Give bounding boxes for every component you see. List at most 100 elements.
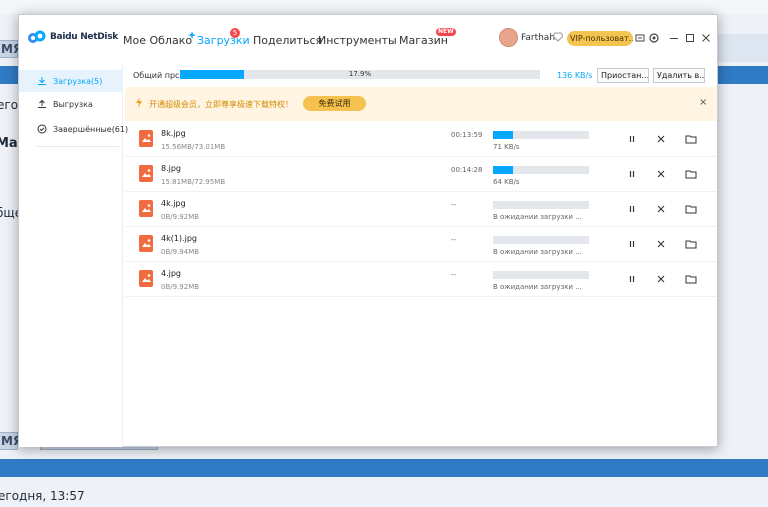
sidebar: Загрузка(5) Выгрузка Завершённые(61) (19, 65, 128, 447)
download-status: В ожидании загрузки ... (493, 248, 582, 256)
file-size: 0B/9.94MB (161, 248, 200, 256)
download-icon (37, 76, 47, 86)
store-new-badge: NEW (436, 28, 456, 36)
user-name[interactable]: Farthah (521, 33, 555, 43)
download-row[interactable]: 4.jpg 0B/9.92MB -- В ожидании загрузки .… (125, 262, 717, 297)
sidebar-divider (37, 146, 119, 147)
image-file-icon (139, 235, 153, 252)
download-status: 71 KB/s (493, 143, 520, 151)
image-file-icon (139, 130, 153, 147)
download-row[interactable]: 4k(1).jpg 0B/9.94MB -- В ожидании загруз… (125, 227, 717, 262)
close-icon[interactable]: × (699, 97, 707, 108)
image-file-icon (139, 270, 153, 287)
total-progress-bar: 17.9% (180, 70, 540, 79)
file-size: 15.56MB/73.01MB (161, 143, 226, 151)
progress-bar (493, 201, 589, 209)
title-bar: Baidu NetDisk Мое Облако Загрузки 5 Поде… (19, 15, 717, 65)
menu-icon[interactable] (633, 31, 647, 45)
promo-banner: 开通超级会员，立即尊享极速下载特权！ 免费试用 × (125, 87, 717, 121)
upload-icon (37, 99, 47, 109)
file-name: 4k.jpg (161, 199, 186, 208)
time-remaining: -- (451, 201, 457, 209)
download-status: В ожидании загрузки ... (493, 283, 582, 291)
gear-icon[interactable] (647, 31, 661, 45)
baidu-cloud-icon (27, 29, 47, 45)
free-trial-button[interactable]: 免费试用 (303, 96, 366, 111)
download-status: В ожидании загрузки ... (493, 213, 582, 221)
download-row[interactable]: 4k.jpg 0B/9.92MB -- В ожидании загрузки … (125, 192, 717, 227)
close-icon[interactable] (654, 272, 668, 286)
bg-tab-top: МЯ (0, 40, 22, 58)
download-row[interactable]: 8.jpg 15.81MB/72.95MB 00:14:28 64 KB/s (125, 157, 717, 192)
time-remaining: 00:14:28 (451, 166, 483, 174)
folder-icon[interactable] (684, 202, 698, 216)
download-row[interactable]: 8k.jpg 15.56MB/73.01MB 00:13:59 71 KB/s (125, 122, 717, 157)
promo-text: 开通超级会员，立即尊享极速下载特权！ (149, 100, 293, 109)
app-logo-text: Baidu NetDisk (50, 32, 118, 42)
folder-icon[interactable] (684, 167, 698, 181)
pause-icon[interactable] (625, 237, 639, 251)
bg-blue-bar-left (0, 66, 18, 84)
sidebar-item-completed[interactable]: Завершённые(61) (19, 118, 128, 140)
pause-all-button[interactable]: Приостан... (597, 68, 649, 83)
total-progress-percent: 17.9% (348, 70, 372, 78)
progress-bar (493, 131, 589, 139)
vip-badge[interactable]: VIP-пользоват... (567, 31, 633, 46)
file-name: 4.jpg (161, 269, 182, 278)
app-logo: Baidu NetDisk (27, 29, 118, 45)
sidebar-item-label: Выгрузка (53, 99, 93, 109)
progress-bar (493, 236, 589, 244)
close-icon[interactable] (654, 167, 668, 181)
sidebar-item-downloading[interactable]: Загрузка(5) (19, 70, 123, 92)
nav-share[interactable]: Поделиться (253, 34, 322, 47)
sparkle-icon (188, 31, 196, 39)
pause-icon[interactable] (625, 167, 639, 181)
total-speed: 136 KB/s (557, 71, 593, 80)
folder-icon[interactable] (684, 132, 698, 146)
folder-icon[interactable] (684, 272, 698, 286)
time-remaining: -- (451, 271, 457, 279)
nav-my-cloud[interactable]: Мое Облако (123, 34, 192, 47)
close-window-icon[interactable] (699, 31, 713, 45)
nav-downloads[interactable]: Загрузки (197, 34, 250, 47)
file-name: 4k(1).jpg (161, 234, 197, 243)
check-circle-icon (37, 124, 47, 134)
file-name: 8k.jpg (161, 129, 186, 138)
sidebar-item-label: Завершённые(61) (53, 124, 129, 134)
close-icon[interactable] (654, 132, 668, 146)
folder-icon[interactable] (684, 237, 698, 251)
sidebar-item-label: Загрузка(5) (53, 76, 103, 86)
minimize-icon[interactable] (667, 31, 681, 45)
downloads-panel: Общий прс 17.9% 136 KB/s Приостан... Уда… (123, 65, 717, 447)
pause-icon[interactable] (625, 202, 639, 216)
progress-bar (493, 271, 589, 279)
bg-tab-bottom: МЯ (0, 432, 22, 450)
maximize-icon[interactable] (683, 31, 697, 45)
close-icon[interactable] (654, 202, 668, 216)
file-name: 8.jpg (161, 164, 182, 173)
file-size: 0B/9.92MB (161, 283, 200, 291)
nav-tools[interactable]: Инструменты (318, 34, 397, 47)
downloads-count-badge: 5 (230, 28, 240, 38)
lightning-icon (135, 97, 143, 108)
time-remaining: -- (451, 236, 457, 244)
pause-icon[interactable] (625, 132, 639, 146)
sidebar-item-upload[interactable]: Выгрузка (19, 93, 123, 115)
pause-icon[interactable] (625, 272, 639, 286)
delete-all-button[interactable]: Удалить в... (653, 68, 705, 83)
bg-text-1: его (0, 98, 19, 112)
time-remaining: 00:13:59 (451, 131, 483, 139)
avatar[interactable] (499, 28, 518, 47)
bg-strip (0, 0, 768, 14)
image-file-icon (139, 200, 153, 217)
image-file-icon (139, 165, 153, 182)
bg-header (718, 34, 768, 62)
bg-blue-bar-bottom (0, 459, 768, 477)
file-size: 0B/9.92MB (161, 213, 200, 221)
file-size: 15.81MB/72.95MB (161, 178, 226, 186)
bg-footer (0, 478, 768, 507)
progress-fill (493, 131, 514, 139)
bg-footer-text: егодня, 13:57 (0, 489, 85, 503)
netdisk-window: Baidu NetDisk Мое Облако Загрузки 5 Поде… (18, 14, 718, 447)
close-icon[interactable] (654, 237, 668, 251)
